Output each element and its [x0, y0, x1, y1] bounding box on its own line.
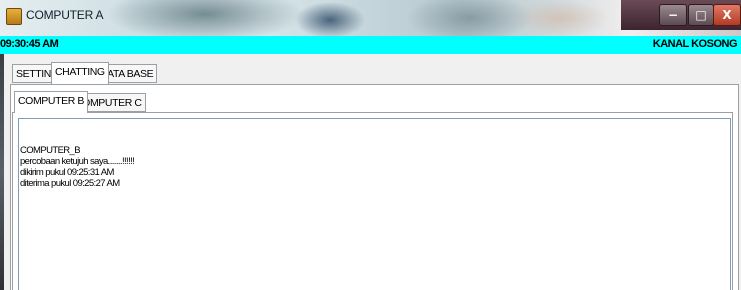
maximize-button[interactable]: □: [688, 4, 714, 26]
app-icon: [6, 8, 22, 25]
chat-log-area[interactable]: [18, 118, 731, 290]
window-title: COMPUTER A: [26, 8, 104, 22]
chat-sent-time: dikirim pukul 09:25:31 AM: [20, 167, 114, 178]
status-bar: 09:30:45 AM KANAL KOSONG: [0, 36, 741, 54]
window-left-edge: [0, 54, 4, 290]
close-button[interactable]: X: [713, 4, 741, 26]
window-controls: − □ X: [621, 0, 741, 30]
chat-message-text: percobaan ketujuh saya.......!!!!!!: [20, 156, 135, 167]
chat-received-time: diterima pukul 09:25:27 AM: [20, 178, 120, 189]
tab-computer-b[interactable]: COMPUTER B: [14, 91, 89, 113]
title-bar[interactable]: COMPUTER A − □ X: [0, 0, 741, 36]
minimize-button[interactable]: −: [659, 4, 687, 26]
channel-status: KANAL KOSONG: [652, 38, 738, 50]
chat-messages: COMPUTER_B percobaan ketujuh saya.......…: [20, 145, 135, 189]
chat-sender: COMPUTER_B: [20, 145, 81, 156]
clock-readout: 09:30:45 AM: [0, 38, 59, 50]
tab-chatting[interactable]: CHATTING: [51, 62, 109, 84]
app-window: COMPUTER A − □ X 09:30:45 AM KANAL KOSON…: [0, 0, 741, 290]
